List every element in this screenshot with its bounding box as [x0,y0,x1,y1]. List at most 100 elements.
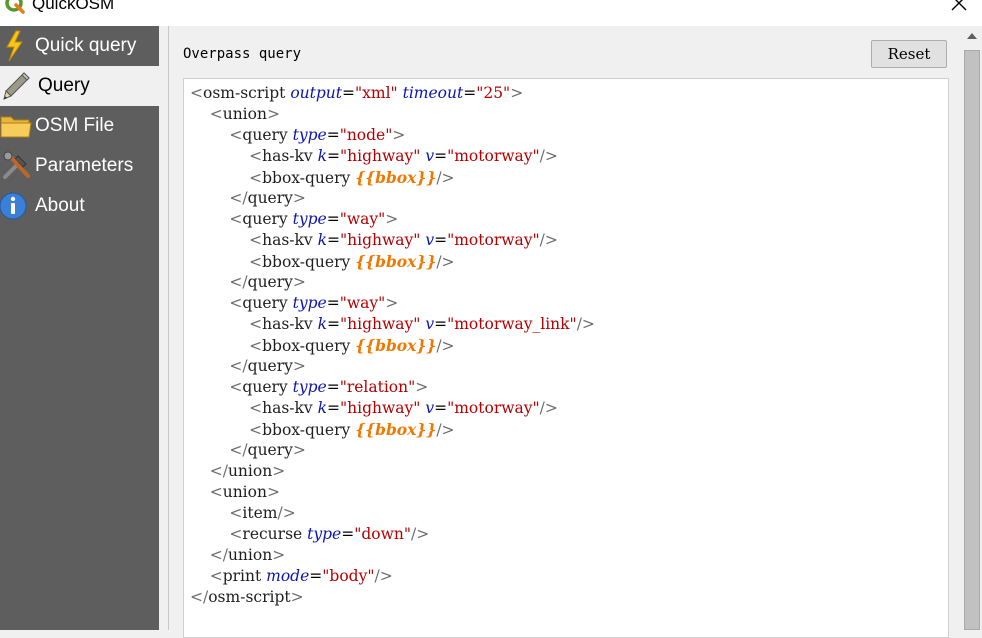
code-token: /> [436,421,455,439]
title-bar: QuickOSM [0,0,982,26]
sidebar-item-osm-file[interactable]: OSM File [0,106,159,146]
vertical-scrollbar[interactable] [962,26,982,630]
code-token: bbox-query [262,169,356,187]
scrollbar-track[interactable] [962,46,982,630]
code-token: </ [229,189,248,207]
scroll-up-arrow-icon[interactable] [962,26,982,46]
code-token: > [385,294,399,312]
code-token: k [317,315,328,333]
code-line: </osm-script> [190,587,595,608]
code-token: item [242,504,278,522]
code-token: > [292,189,306,207]
sidebar-item-label: Quick query [35,35,137,56]
code-line: <bbox-query {{bbox}}/> [190,167,595,188]
code-token: > [292,273,306,291]
code-token: < [190,84,203,102]
code-token: print [222,567,267,585]
close-icon[interactable] [948,0,970,14]
query-code: <osm-script output="xml" timeout="25"> <… [190,83,595,608]
code-token: < [249,315,263,333]
code-token: query [247,189,293,207]
code-token: < [249,253,263,271]
query-editor[interactable]: <osm-script output="xml" timeout="25"> <… [183,78,949,638]
code-token: = [327,399,341,417]
code-token: > [385,210,399,228]
code-token: "highway" [340,231,421,249]
code-token: = [326,210,340,228]
pencil-icon [3,72,30,100]
code-token: v [425,231,435,249]
code-token: {{bbox}} [355,252,437,271]
code-token: "motorway" [447,147,540,165]
code-token: union [227,546,273,564]
code-token: = [327,231,341,249]
sidebar-item-about[interactable]: About [0,186,159,226]
qgis-logo-icon [5,0,25,14]
code-line: <query type="node"> [190,125,595,146]
code-token: = [309,567,323,585]
query-panel: Overpass query Reset <osm-script output=… [168,26,963,638]
code-token: query [247,441,293,459]
code-token: type [307,525,342,543]
sidebar-item-query[interactable]: Query [0,66,159,106]
code-token: v [425,147,435,165]
code-token: < [229,525,243,543]
code-token: < [249,421,263,439]
code-line: <union> [190,104,595,125]
sidebar: Quick query Query OSM File Parameters Ab… [0,26,159,630]
overpass-query-label: Overpass query [183,46,302,62]
code-token: = [326,126,340,144]
code-token: /> [374,567,393,585]
sidebar-item-label: Query [38,75,90,96]
reset-button[interactable]: Reset [871,40,947,68]
code-token: has-kv [262,315,318,333]
code-token: v [425,399,435,417]
code-token: "way" [339,294,386,312]
code-token: "xml" [355,84,398,102]
code-token: < [229,378,243,396]
code-token: > [292,357,306,375]
code-token: /> [539,231,558,249]
code-token: union [222,483,267,501]
code-token: /> [411,525,430,543]
code-token: < [229,294,243,312]
code-line: <query type="relation"> [190,377,595,398]
code-token: </ [229,357,248,375]
code-token: k [317,147,328,165]
code-token: {{bbox}} [355,336,437,355]
code-token: /> [277,504,296,522]
code-token: < [209,567,223,585]
code-token: </ [190,588,209,606]
code-token: union [227,462,273,480]
sidebar-item-quick-query[interactable]: Quick query [0,26,159,66]
code-token: type [292,378,327,396]
scrollbar-thumb[interactable] [964,50,980,630]
code-line: <has-kv k="highway" v="motorway"/> [190,146,595,167]
code-token: = [434,315,448,333]
code-token: has-kv [262,147,318,165]
code-token: > [510,84,524,102]
code-token: query [247,357,293,375]
code-token: "body" [322,567,375,585]
code-token: "down" [354,525,411,543]
code-token: = [463,84,477,102]
code-token: < [249,169,263,187]
code-token: </ [209,462,228,480]
code-token: bbox-query [262,253,356,271]
sidebar-item-parameters[interactable]: Parameters [0,146,159,186]
code-token: < [209,105,223,123]
code-token: k [317,231,328,249]
code-line: <osm-script output="xml" timeout="25"> [190,83,595,104]
code-token: = [327,147,341,165]
code-token: "25" [476,84,511,102]
